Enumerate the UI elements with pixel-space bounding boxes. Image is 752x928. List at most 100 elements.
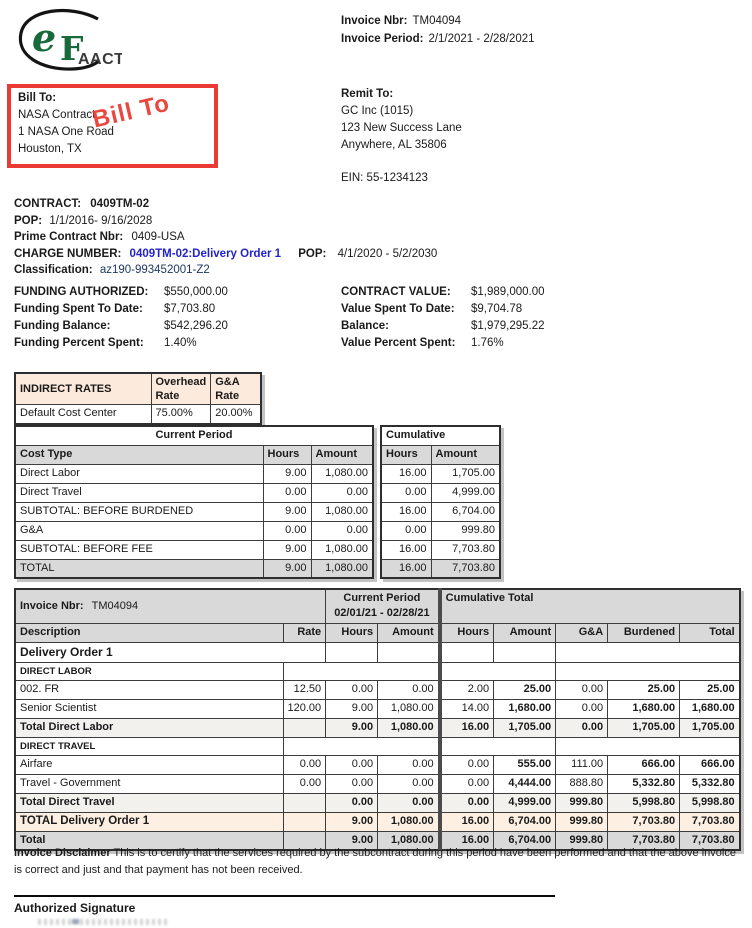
table-row: 16.00 1,705.00	[380, 463, 501, 484]
value-cell: 999.80	[555, 792, 609, 813]
funding-value: $1,989,000.00	[471, 286, 545, 298]
value-cell	[377, 641, 441, 663]
description-cell: DIRECT LABOR	[14, 661, 284, 681]
value-cell: 25.00	[493, 679, 557, 700]
cum-amount-cell: 4,999.00	[430, 482, 501, 503]
value-cell	[555, 736, 741, 756]
amount-cell: 1,080.00	[310, 558, 374, 579]
cumulative-title: Cumulative	[380, 425, 501, 446]
current-period-header-cell: Current Period 02/01/21 - 02/28/21	[325, 588, 441, 624]
invoice-detail-section: Invoice Nbr: TM04094 Current Period 02/0…	[14, 588, 741, 851]
hours-cell: 9.00	[262, 539, 312, 560]
value-cell: 888.80	[555, 773, 609, 794]
table-row: G&A 0.00 0.00	[14, 520, 374, 541]
cost-type-cell: TOTAL	[14, 558, 264, 579]
value-cell: 120.00	[282, 698, 327, 719]
value-cell: 1,680.00	[679, 698, 741, 719]
charge-pop-label: POP:	[298, 247, 327, 260]
contract-value: 0409TM-02	[90, 198, 150, 210]
description-cell: DIRECT TRAVEL	[14, 736, 284, 756]
value-cell	[282, 661, 441, 681]
charge-number-line: CHARGE NUMBER: 0409TM-02:Delivery Order …	[14, 246, 437, 263]
value-cell: 12.50	[282, 679, 327, 700]
value-cell: 1,705.00	[607, 717, 681, 738]
authorized-signature-label: Authorized Signature	[14, 901, 136, 915]
charge-pop-value: 4/1/2020 - 5/2/2030	[337, 247, 438, 260]
funding-value: $550,000.00	[164, 286, 228, 298]
funding-value: $9,704.78	[471, 303, 523, 315]
value-cell: 5,332.80	[607, 773, 681, 794]
table-row: Senior Scientist 120.00 9.00 1,080.00 14.00 1…	[14, 698, 741, 719]
value-cell: 0.00	[437, 754, 495, 775]
value-cell: 0.00	[325, 754, 379, 775]
prime-contract-label: Prime Contract Nbr:	[14, 231, 124, 243]
value-cell: 111.00	[555, 754, 609, 775]
value-cell: 0.00	[377, 754, 441, 775]
value-cell	[437, 641, 495, 663]
value-cell	[555, 661, 741, 681]
cum-amount-cell: 999.80	[430, 520, 501, 541]
hours-header: Hours	[325, 622, 379, 643]
value-cell	[493, 641, 557, 663]
value-cell: 1,680.00	[607, 698, 681, 719]
ein-line: EIN: 55-1234123	[341, 172, 428, 184]
value-cell: 999.80	[555, 811, 609, 832]
bill-to-line: Houston, TX	[18, 143, 82, 155]
cost-type-cell: G&A	[14, 520, 264, 541]
amount-cell: 1,080.00	[310, 463, 374, 484]
cutoff-text-artifact	[38, 919, 168, 925]
cum-hours-cell: 16.00	[380, 539, 432, 560]
funding-value: $542,296.20	[164, 320, 228, 332]
value-cell: 9.00	[325, 717, 379, 738]
invoice-nbr-value: TM04094	[91, 599, 139, 612]
value-cell: 4,999.00	[493, 792, 557, 813]
pop-line: POP: 1/1/2016- 9/16/2028	[14, 213, 437, 230]
invoice-detail-table: Invoice Nbr: TM04094 Current Period 02/0…	[14, 588, 741, 851]
value-cell: 7,703.80	[679, 811, 741, 832]
funding-value: $7,703.80	[164, 303, 216, 315]
value-cell: 0.00	[437, 792, 495, 813]
table-row: Total Direct Labor 9.00 1,080.00 16.00 1,705…	[14, 717, 741, 738]
funding-label: Funding Balance:	[14, 320, 111, 332]
hours-cell: 0.00	[262, 520, 312, 541]
table-row: 16.00 7,703.80	[380, 539, 501, 560]
ga-rate-cell: 20.00%	[210, 404, 262, 424]
table-row: DIRECT TRAVEL	[14, 736, 741, 756]
table-row: Airfare 0.00 0.00 0.00 0.00 555.00 111.00 666.0…	[14, 754, 741, 775]
value-cell: 5,998.80	[607, 792, 681, 813]
charge-number-link[interactable]: 0409TM-02:Delivery Order 1	[130, 248, 282, 260]
current-period-title: Current Period	[343, 592, 421, 605]
overhead-rate-header: Overhead Rate	[150, 372, 212, 405]
funding-label: Funding Percent Spent:	[14, 337, 144, 349]
contract-block: CONTRACT: 0409TM-02 POP: 1/1/2016- 9/16/…	[14, 196, 437, 279]
value-cell: 14.00	[437, 698, 495, 719]
pop-value: 1/1/2016- 9/16/2028	[49, 214, 153, 227]
value-cell: 1,680.00	[493, 698, 557, 719]
value-cell: 0.00	[325, 773, 379, 794]
ga-rate-header: G&A Rate	[210, 372, 262, 405]
cum-hours-cell: 0.00	[380, 482, 432, 503]
value-cell: 5,332.80	[679, 773, 741, 794]
cum-amount-cell: 7,703.80	[430, 539, 501, 560]
value-cell: 9.00	[325, 811, 379, 832]
value-cell: 6,704.00	[493, 811, 557, 832]
cum-amount-header: Amount	[493, 622, 557, 643]
table-row: Hours Amount	[380, 444, 501, 465]
table-row: 16.00 7,703.80	[380, 558, 501, 579]
classification-label: Classification:	[14, 264, 93, 276]
cum-hours-cell: 16.00	[380, 558, 432, 579]
cost-center-cell: Default Cost Center	[14, 404, 152, 424]
value-cell: 16.00	[437, 717, 495, 738]
description-cell: Airfare	[14, 754, 284, 775]
cum-hours-cell: 16.00	[380, 463, 432, 484]
cost-type-cell: Direct Labor	[14, 463, 264, 484]
invoice-period-value: 2/1/2021 - 2/28/2021	[428, 33, 535, 45]
current-period-dates: 02/01/21 - 02/28/21	[334, 607, 430, 620]
table-row: Description Rate Hours Amount Hours Amou…	[14, 622, 741, 643]
table-row: Delivery Order 1	[14, 641, 741, 663]
value-cell: 1,080.00	[377, 698, 441, 719]
value-cell: 0.00	[555, 679, 609, 700]
remit-to-label: Remit To:	[341, 88, 394, 100]
cum-amount-cell: 1,705.00	[430, 463, 501, 484]
table-row: TOTAL Delivery Order 1 9.00 1,080.00 16.00 6…	[14, 811, 741, 832]
